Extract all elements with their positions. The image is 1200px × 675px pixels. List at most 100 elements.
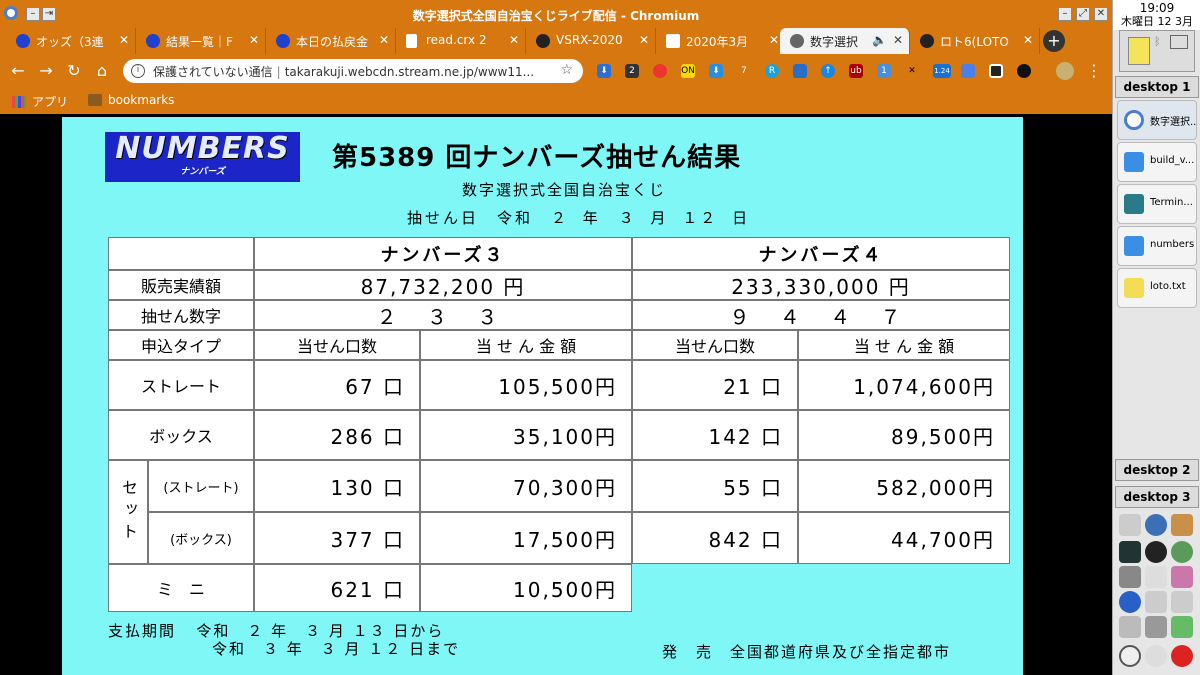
system-monitor-icon[interactable] (1119, 541, 1141, 563)
close-tab-icon[interactable]: ✕ (249, 33, 259, 47)
speaker-icon[interactable]: 🔈 (872, 33, 887, 47)
circle-ext-icon[interactable] (1017, 64, 1031, 78)
r-ext-icon[interactable]: R (765, 64, 779, 78)
ublock-icon[interactable]: ub (849, 64, 863, 78)
download-ext-icon[interactable]: ⬇ (597, 64, 611, 78)
drive-2-icon[interactable] (1171, 591, 1193, 613)
close-tab-icon[interactable]: ✕ (379, 33, 389, 47)
drive-icon[interactable] (1145, 591, 1167, 613)
numbers4-straight-count: 21 口 (632, 360, 798, 410)
numbers3-set-box-amount: 17,500円 (420, 512, 632, 564)
x-ext-icon[interactable]: ✕ (905, 64, 919, 78)
home-icon[interactable]: ⌂ (92, 61, 112, 81)
set-label: セット (108, 460, 148, 564)
tab-label: ロト6(LOTO (940, 35, 1009, 49)
task-label: loto.txt (1150, 281, 1186, 292)
numbers4-amount-header: 当 せ ん 金 額 (798, 330, 1010, 360)
close-tab-icon[interactable]: ✕ (1023, 33, 1033, 47)
network-globe-icon[interactable] (1171, 541, 1193, 563)
clock-date: 木曜日 12 3月 (1121, 15, 1193, 28)
live-video-frame[interactable]: NUMBERS ナンバーズ 第5389 回ナンバーズ抽せん結果 数字選択式全国自… (62, 117, 1023, 675)
desktop-3-button[interactable]: desktop 3 (1115, 486, 1199, 508)
square-ext-icon[interactable] (989, 64, 1003, 78)
tab-numbers-live[interactable]: 数字選択 🔈 ✕ (780, 28, 910, 54)
bluetooth-tray-icon[interactable]: ᛒ (1154, 35, 1161, 48)
menu-icon[interactable]: ⋮ (1084, 61, 1104, 81)
mail-icon[interactable] (1171, 566, 1193, 588)
shield-ext-icon[interactable] (961, 64, 975, 78)
clock[interactable]: 19:09 木曜日 12 3月 (1113, 0, 1200, 30)
close-tab-icon[interactable]: ✕ (769, 33, 779, 47)
puzzle-ext-icon[interactable]: 1 (877, 64, 891, 78)
folder-icon (88, 94, 102, 106)
forward-icon[interactable]: → (36, 61, 56, 81)
volume-icon[interactable] (1145, 645, 1167, 667)
desktop-2-button[interactable]: desktop 2 (1115, 459, 1199, 481)
address-bar[interactable]: i 保護されていない通信 | takarakuji.webcdn.stream.ne… (123, 59, 583, 83)
tab-read-crx[interactable]: read.crx 2 ✕ (396, 28, 526, 54)
tab-odds[interactable]: オッズ（3連 ✕ (6, 28, 136, 54)
seven-ext-icon[interactable]: 7 (737, 64, 751, 78)
search-icon[interactable] (1145, 514, 1167, 536)
bookmarks-folder[interactable]: bookmarks (88, 93, 174, 107)
tab-vsrx[interactable]: VSRX-2020 ✕ (526, 28, 656, 54)
tab-label: 2020年3月 (686, 35, 749, 49)
numbers4-set-straight-amount: 582,000円 (798, 460, 1010, 512)
tools-icon[interactable] (1119, 566, 1141, 588)
close-tab-icon[interactable]: ✕ (893, 33, 903, 47)
archive-icon[interactable] (1171, 514, 1193, 536)
disk-icon[interactable] (1119, 616, 1141, 638)
numbers3-set-straight-amount: 70,300円 (420, 460, 632, 512)
music-icon[interactable] (1145, 566, 1167, 588)
counter-ext-icon[interactable]: 1.24 (933, 64, 951, 78)
info-icon[interactable]: i (131, 64, 145, 78)
extension-icon[interactable]: 2 (625, 64, 639, 78)
close-button[interactable]: ✕ (1094, 7, 1108, 21)
new-tab-button[interactable]: + (1043, 30, 1065, 52)
tab-payout[interactable]: 本日の払戻金 ✕ (266, 28, 396, 54)
minimize-button[interactable]: – (1058, 7, 1072, 21)
power-icon[interactable] (1171, 645, 1193, 667)
obs-icon[interactable] (1145, 541, 1167, 563)
upload-ext-icon[interactable]: ↑ (821, 64, 835, 78)
battery-icon[interactable] (1128, 37, 1150, 65)
bookmark-star-icon[interactable]: ☆ (560, 62, 573, 78)
task-build-folder[interactable]: build_v... (1117, 142, 1197, 182)
tab-results-list[interactable]: 結果一覧｜F ✕ (136, 28, 266, 54)
folder-ext-icon[interactable] (793, 64, 807, 78)
task-numbers-folder[interactable]: numbers (1117, 226, 1197, 266)
close-tab-icon[interactable]: ✕ (639, 33, 649, 47)
github-icon (920, 34, 934, 48)
logo-text: NUMBERS (115, 131, 290, 166)
tab-2020-march[interactable]: 2020年3月 ✕ (656, 28, 786, 54)
desktop-panel: 19:09 木曜日 12 3月 ᛒ desktop 1 数字選択... buil… (1112, 0, 1200, 675)
bluetooth-icon[interactable] (1119, 591, 1141, 613)
tab-loto6[interactable]: ロト6(LOTO ✕ (910, 28, 1040, 54)
brightness-icon[interactable] (1119, 645, 1141, 667)
download-arrow-icon[interactable]: ⬇ (709, 64, 723, 78)
search-files-icon[interactable] (1119, 514, 1141, 536)
profile-avatar[interactable] (1056, 62, 1074, 80)
close-tab-icon[interactable]: ✕ (119, 33, 129, 47)
folder-icon (1124, 152, 1144, 172)
desktop-1-button[interactable]: desktop 1 (1115, 76, 1199, 98)
url-text: takarakuji.webcdn.stream.ne.jp/www11... (284, 65, 535, 79)
task-chromium[interactable]: 数字選択... (1117, 100, 1197, 140)
battery-status-icon[interactable] (1171, 616, 1193, 638)
on-ext-icon[interactable]: ON (681, 64, 695, 78)
printer-icon[interactable] (1145, 616, 1167, 638)
numbers3-straight-count: 67 口 (254, 360, 420, 410)
sales-label: 販売実績額 (108, 270, 254, 300)
reload-icon[interactable]: ↻ (64, 61, 84, 81)
close-tab-icon[interactable]: ✕ (509, 33, 519, 47)
network-tray-icon[interactable] (1170, 35, 1188, 49)
chrome-ext-icon[interactable] (653, 64, 667, 78)
blue-circle-icon (276, 34, 290, 48)
task-loto-txt[interactable]: loto.txt (1117, 268, 1197, 308)
maximize-button[interactable]: ⤢ (1076, 7, 1090, 21)
back-icon[interactable]: ← (8, 61, 28, 81)
tab-label: 結果一覧｜F (166, 35, 233, 49)
apps-bookmark[interactable]: アプリ (12, 93, 68, 110)
browser-window: – ⇥ 数字選択式全国自治宝くじライブ配信 - Chromium – ⤢ ✕ オ… (0, 0, 1112, 675)
task-terminal[interactable]: Termin... (1117, 184, 1197, 224)
